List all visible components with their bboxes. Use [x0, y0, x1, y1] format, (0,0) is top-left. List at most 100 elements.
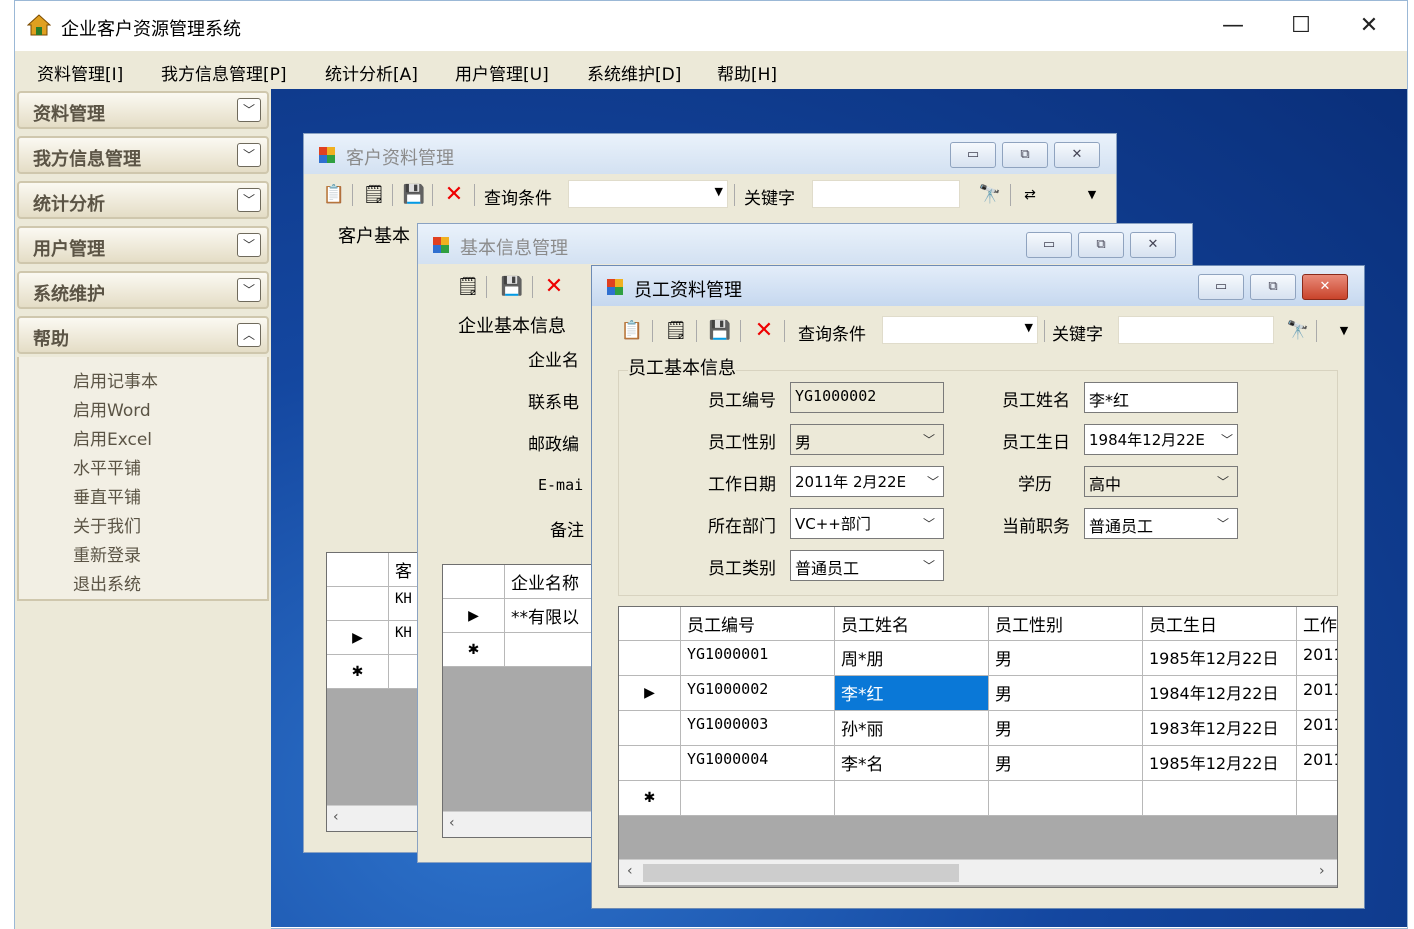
delete-icon[interactable]: ✕	[752, 320, 776, 342]
sidebar-group-data[interactable]: 资料管理 ﹀	[17, 91, 269, 129]
work-date-picker[interactable]: 2011年 2月22E ﹀	[790, 466, 944, 497]
close-button[interactable]: ✕	[1341, 9, 1397, 43]
chevron-left-icon[interactable]: ‹	[333, 809, 339, 825]
table-cell[interactable]	[835, 781, 989, 816]
delete-icon[interactable]: ✕	[442, 184, 466, 206]
menu-help[interactable]: 帮助[H]	[717, 60, 777, 85]
menu-statistics[interactable]: 统计分析[A]	[325, 60, 418, 85]
chevron-left-icon[interactable]: ‹	[449, 815, 455, 831]
restore-button[interactable]: ⧉	[1078, 232, 1124, 258]
save-icon[interactable]: 💾	[500, 276, 524, 298]
chevron-up-icon[interactable]: ︿	[237, 323, 261, 347]
new-row-marker[interactable]: ✱	[619, 781, 681, 816]
table-cell[interactable]	[1143, 781, 1297, 816]
new-row-marker[interactable]: ✱	[327, 655, 389, 689]
chevron-down-icon[interactable]: ﹀	[237, 188, 261, 212]
table-cell[interactable]	[1297, 781, 1337, 816]
menu-data[interactable]: 资料管理[I]	[37, 60, 123, 85]
employee-name-field[interactable]: 李*红	[1084, 382, 1238, 413]
row-header[interactable]	[619, 746, 681, 781]
table-cell[interactable]	[989, 781, 1143, 816]
current-row-marker[interactable]: ▶	[327, 621, 389, 655]
delete-icon[interactable]: ✕	[542, 276, 566, 298]
close-button[interactable]: ✕	[1054, 142, 1100, 168]
horizontal-scrollbar[interactable]: ‹	[327, 805, 425, 831]
scrollbar-thumb[interactable]	[643, 864, 959, 882]
table-cell-selected[interactable]: 李*红	[835, 676, 989, 711]
add-record-icon[interactable]: 📋	[322, 184, 346, 206]
save-icon[interactable]: 💾	[708, 320, 732, 342]
table-cell[interactable]: 2011	[1297, 711, 1337, 746]
edit-record-icon[interactable]: 🗒	[456, 276, 480, 298]
chevron-right-icon[interactable]: ›	[1319, 863, 1325, 879]
grid-header-birthday[interactable]: 员工生日	[1143, 607, 1297, 641]
minimize-button[interactable]: ▭	[1198, 274, 1244, 300]
menu-system[interactable]: 系统维护[D]	[587, 60, 681, 85]
current-row-marker[interactable]: ▶	[619, 676, 681, 711]
help-link-tile-horizontal[interactable]: 水平平铺	[73, 454, 141, 479]
education-select[interactable]: 高中 ﹀	[1084, 466, 1238, 497]
chevron-down-icon[interactable]: ﹀	[237, 143, 261, 167]
table-cell[interactable]: 2011	[1297, 676, 1337, 711]
employee-grid[interactable]: 员工编号 员工姓名 员工性别 员工生日 工作 YG1000001 周*朋 男 1…	[618, 606, 1338, 888]
help-link-exit[interactable]: 退出系统	[73, 570, 141, 595]
table-cell[interactable]: 1985年12月22日	[1143, 746, 1297, 781]
grid-header-cell[interactable]: 企业名称	[505, 565, 597, 599]
help-link-notepad[interactable]: 启用记事本	[73, 367, 158, 392]
help-link-tile-vertical[interactable]: 垂直平铺	[73, 483, 141, 508]
table-cell[interactable]	[681, 781, 835, 816]
table-cell[interactable]: 2011	[1297, 746, 1337, 781]
sidebar-group-statistics[interactable]: 统计分析 ﹀	[17, 181, 269, 219]
employee-window-titlebar[interactable]: 员工资料管理 ▭ ⧉ ✕	[592, 266, 1364, 306]
restore-button[interactable]: ⧉	[1250, 274, 1296, 300]
sidebar-group-system[interactable]: 系统维护 ﹀	[17, 271, 269, 309]
table-cell[interactable]: 1983年12月22日	[1143, 711, 1297, 746]
minimize-button[interactable]: ▭	[1026, 232, 1072, 258]
grid-header-gender[interactable]: 员工性别	[989, 607, 1143, 641]
table-cell[interactable]: 2011	[1297, 641, 1337, 676]
keyword-input[interactable]	[812, 180, 960, 208]
customer-window-titlebar[interactable]: 客户资料管理 ▭ ⧉ ✕	[304, 134, 1116, 174]
table-cell[interactable]: 男	[989, 746, 1143, 781]
chevron-down-icon[interactable]: ﹀	[237, 233, 261, 257]
table-cell[interactable]: 孙*丽	[835, 711, 989, 746]
table-cell[interactable]: YG1000003	[681, 711, 835, 746]
restore-button[interactable]: ⧉	[1002, 142, 1048, 168]
new-row-marker[interactable]: ✱	[443, 633, 505, 667]
chevron-down-icon[interactable]: ﹀	[237, 278, 261, 302]
gender-select[interactable]: 男 ﹀	[790, 424, 944, 455]
birthday-picker[interactable]: 1984年12月22E ﹀	[1084, 424, 1238, 455]
basic-info-window-titlebar[interactable]: 基本信息管理 ▭ ⧉ ✕	[418, 224, 1192, 264]
save-icon[interactable]: 💾	[402, 184, 426, 206]
grid-header-name[interactable]: 员工姓名	[835, 607, 989, 641]
department-select[interactable]: VC++部门 ﹀	[790, 508, 944, 539]
current-row-marker[interactable]: ▶	[443, 599, 505, 633]
query-condition-select[interactable]: ▼	[882, 316, 1038, 344]
table-cell[interactable]: 男	[989, 641, 1143, 676]
maximize-button[interactable]: ☐	[1273, 9, 1329, 43]
row-header[interactable]	[619, 711, 681, 746]
menu-our-info[interactable]: 我方信息管理[P]	[161, 60, 287, 85]
table-cell[interactable]: 男	[989, 711, 1143, 746]
grid-cell[interactable]: **有限以	[505, 599, 597, 633]
close-button[interactable]: ✕	[1130, 232, 1176, 258]
basic-info-grid[interactable]: 企业名称 ▶ **有限以 ✱ ‹	[442, 564, 598, 838]
help-link-relogin[interactable]: 重新登录	[73, 541, 141, 566]
minimize-button[interactable]: —	[1205, 9, 1261, 43]
help-link-about[interactable]: 关于我们	[73, 512, 141, 537]
grid-cell[interactable]	[505, 633, 597, 667]
table-cell[interactable]: 男	[989, 676, 1143, 711]
table-cell[interactable]: 1984年12月22日	[1143, 676, 1297, 711]
chevron-down-icon[interactable]: ﹀	[237, 98, 261, 122]
horizontal-scrollbar[interactable]: ‹	[443, 811, 597, 837]
employee-type-select[interactable]: 普通员工 ﹀	[790, 550, 944, 581]
chevron-left-icon[interactable]: ‹	[627, 863, 633, 879]
query-condition-select[interactable]: ▼	[568, 180, 728, 208]
help-link-word[interactable]: 启用Word	[73, 396, 151, 421]
sidebar-group-help[interactable]: 帮助 ︿	[17, 316, 269, 354]
table-cell[interactable]: YG1000004	[681, 746, 835, 781]
horizontal-scrollbar[interactable]: ‹ ›	[619, 859, 1337, 885]
table-cell[interactable]: 李*名	[835, 746, 989, 781]
add-record-icon[interactable]: 📋	[620, 320, 644, 342]
help-link-excel[interactable]: 启用Excel	[73, 425, 152, 450]
